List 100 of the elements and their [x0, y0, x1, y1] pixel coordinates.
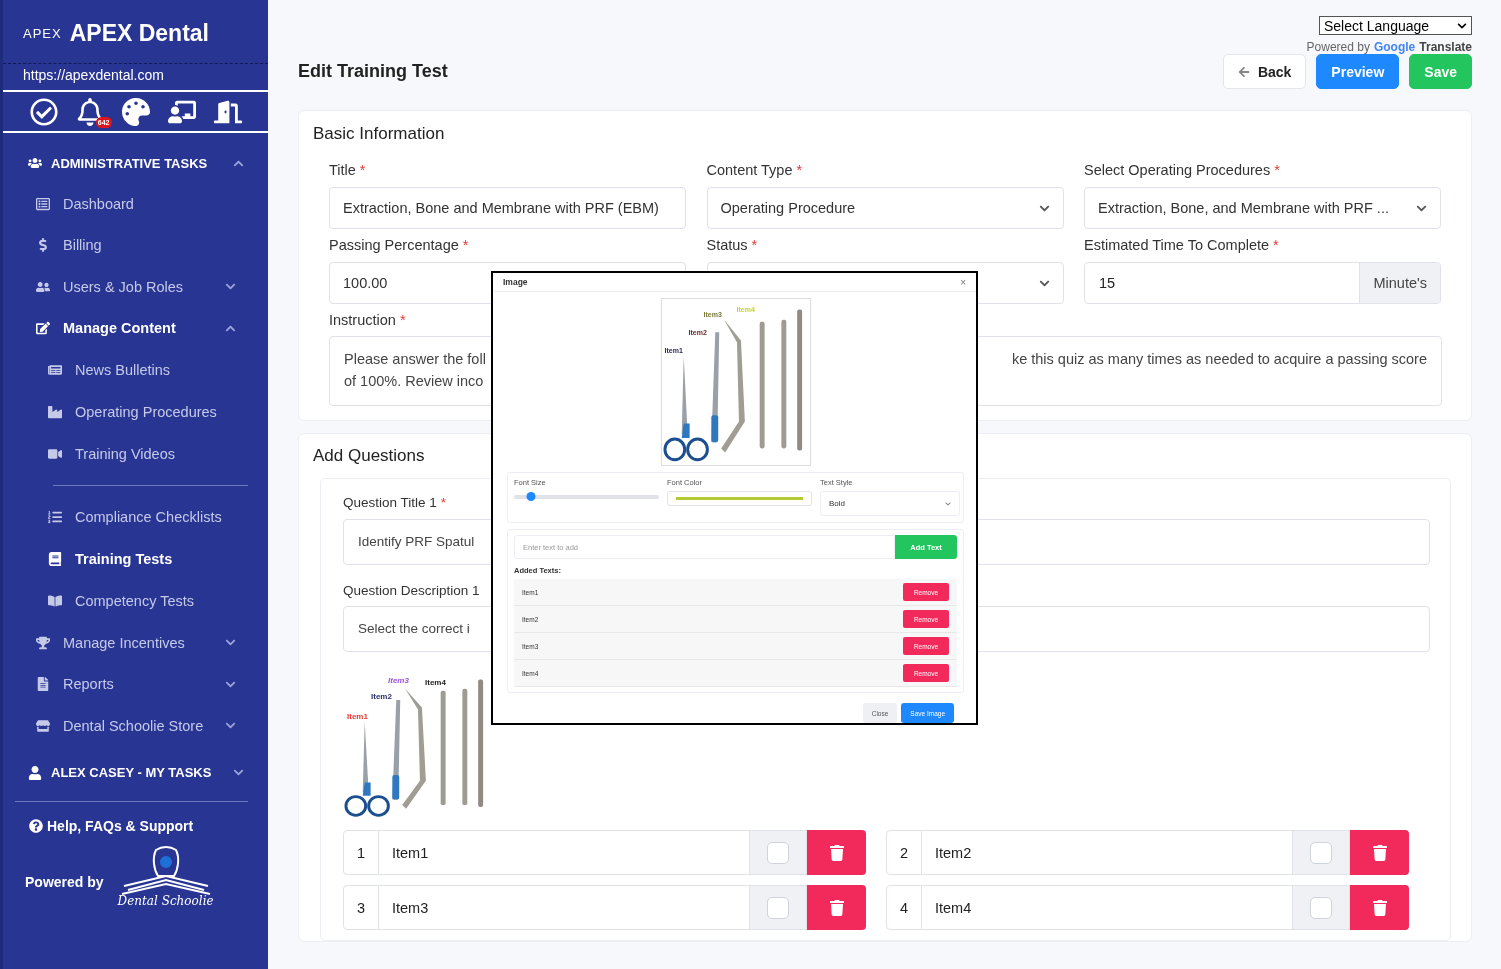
field-label: Question Title 1 [343, 495, 437, 510]
menu-icon [35, 279, 51, 294]
answer-number: 4 [886, 885, 922, 930]
sidebar-item[interactable]: Training Videos [3, 433, 268, 475]
trash-icon [1371, 844, 1388, 861]
required-mark: * [359, 162, 366, 178]
field-label: Title [329, 162, 356, 178]
users-icon [27, 156, 43, 170]
help-link[interactable]: Help, FAQs & Support [47, 817, 194, 834]
menu-icon [35, 321, 51, 336]
field-label: Estimated Time To Complete [1084, 237, 1270, 253]
sidebar-item[interactable]: Competency Tests [3, 580, 268, 622]
powered-by-text: Powered by [1306, 40, 1370, 54]
sidebar-item[interactable]: Operating Procedures [3, 391, 268, 433]
field-text: Please answer the foll [344, 350, 486, 369]
sidebar-item[interactable]: Reports [3, 663, 268, 705]
chevron-icon [945, 500, 951, 507]
arrow-left-icon [1237, 65, 1250, 78]
text-style-select[interactable]: Bold [820, 491, 960, 516]
book-tooth-logo-icon [119, 845, 212, 896]
trash-icon [828, 844, 845, 861]
back-button[interactable]: Back [1222, 54, 1307, 89]
required-mark: * [462, 237, 469, 253]
correct-checkbox[interactable] [767, 841, 789, 864]
correct-checkbox[interactable] [767, 896, 789, 919]
menu-icon [47, 447, 63, 461]
site-url: https://apexdental.com [22, 66, 165, 85]
section-heading: Basic Information [313, 124, 446, 144]
menu-icon [47, 510, 63, 524]
sidebar-item[interactable]: Manage Content [3, 307, 268, 349]
brand-name: APEX Dental [69, 20, 209, 47]
required-mark: * [796, 162, 803, 178]
image-text-label: Item3 [388, 676, 409, 685]
field-label: Instruction [329, 312, 396, 328]
field-text: ke this quiz as many times as needed to acquire a passing score [1011, 350, 1427, 369]
field-text: of 100%. Review inco [344, 372, 485, 391]
color-picker[interactable] [667, 491, 812, 506]
field-label: Content Type [706, 162, 793, 178]
menu-icon [47, 405, 63, 419]
unit-addon: Minute's [1359, 263, 1440, 303]
text-field[interactable]: Extraction, Bone and Membrane with PRF (EBM) [329, 187, 686, 229]
delete-button[interactable] [1350, 830, 1409, 875]
answer-number: 2 [886, 830, 922, 875]
google-logo-text: Google [1373, 40, 1416, 54]
image-text-label: Item2 [371, 692, 392, 701]
image-text-label: Item1 [347, 712, 368, 721]
palette-icon[interactable] [121, 98, 150, 126]
field-label: Passing Percentage [329, 237, 459, 253]
sidebar-item[interactable]: News Bulletins [3, 349, 268, 391]
logo-mark: APEX [23, 26, 62, 41]
delete-button[interactable] [807, 830, 866, 875]
sidebar-item[interactable]: Manage Incentives [3, 622, 268, 664]
answer-field[interactable]: Item2 [922, 830, 1293, 875]
dialog-title: Image [503, 277, 528, 287]
correct-checkbox[interactable] [1310, 896, 1332, 919]
user-icon [27, 765, 43, 780]
field-label: Question Description 1 [343, 583, 480, 598]
image-text-label: Item4 [425, 678, 446, 687]
required-mark: * [440, 495, 447, 510]
answer-field[interactable]: Item4 [922, 885, 1293, 930]
required-mark: * [1274, 162, 1280, 178]
trash-icon [1371, 899, 1388, 916]
field-label: Select Operating Procedures [1084, 162, 1271, 178]
menu-icon [47, 594, 63, 608]
delete-button[interactable] [807, 885, 866, 930]
menu-icon [35, 635, 51, 650]
required-mark: * [1273, 237, 1279, 253]
sidebar-item[interactable]: Training Tests [3, 538, 268, 580]
select-field[interactable]: Extraction, Bone, and Membrane with PRF ... [1084, 187, 1441, 229]
answer-field[interactable]: Item3 [379, 885, 750, 930]
translate-text: Translate [1419, 40, 1472, 54]
section-heading: Add Questions [313, 446, 426, 466]
sidebar-item[interactable]: Dashboard [3, 183, 268, 225]
correct-checkbox[interactable] [1310, 841, 1332, 864]
close-button[interactable]: × [960, 276, 966, 288]
sidebar-item[interactable]: Billing [3, 224, 268, 266]
sidebar-item[interactable]: Dental Schoolie Store [3, 705, 268, 747]
answer-number: 3 [343, 885, 379, 930]
delete-button[interactable] [1350, 885, 1409, 930]
exit-door-icon[interactable] [213, 98, 242, 126]
language-select[interactable]: Select Language [1319, 16, 1472, 35]
menu-icon [35, 718, 51, 733]
section-header[interactable]: ALEX CASEY - MY TASKS [3, 752, 268, 793]
menu-icon [35, 677, 51, 692]
menu-icon [35, 196, 51, 211]
slider-thumb[interactable] [526, 492, 536, 501]
help-icon [29, 818, 43, 833]
chevron-icon [233, 767, 244, 778]
time-field[interactable]: 15 Minute's [1084, 262, 1441, 304]
sidebar-item[interactable]: Compliance Checklists [3, 496, 268, 538]
menu-icon [47, 552, 63, 566]
answer-field[interactable]: Item1 [379, 830, 750, 875]
sidebar-item[interactable]: Users & Job Roles [3, 266, 268, 308]
select-field[interactable]: Operating Procedure [706, 187, 1064, 229]
partner-logo-text: Dental Schoolie [117, 893, 214, 908]
presentation-icon[interactable] [167, 98, 196, 126]
menu-icon [47, 363, 63, 377]
required-mark: * [399, 312, 406, 328]
powered-by-text: Powered by [25, 873, 104, 892]
section-header[interactable]: ADMINISTRATIVE TASKS [3, 143, 268, 183]
